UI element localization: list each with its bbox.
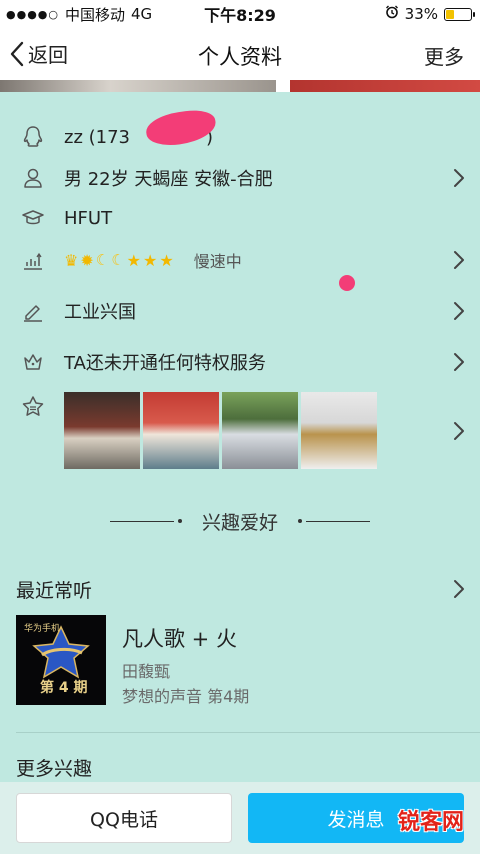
penguin-icon [20, 124, 46, 150]
star-badge-icon [20, 394, 46, 420]
photo-thumbnail[interactable] [64, 392, 140, 469]
notification-dot [339, 275, 355, 291]
divider-dot [178, 519, 182, 523]
photo-thumbnail[interactable] [143, 392, 219, 469]
interests-heading: 兴趣爱好 [201, 512, 278, 534]
page-title: 个人资料 [198, 45, 282, 69]
chevron-left-icon [10, 41, 24, 66]
more-button[interactable]: 更多 [424, 41, 464, 70]
row-basic-info[interactable]: 男 22岁 天蝎座 安徽-合肥 [0, 162, 480, 194]
interests-divider: 兴趣爱好 [0, 508, 480, 534]
battery-fill [446, 9, 454, 19]
star-icon: ★ [143, 250, 158, 270]
song-artist: 田馥甄 [122, 662, 171, 681]
network-label: 4G [131, 5, 153, 23]
chevron-right-icon [454, 169, 464, 187]
chevron-right-icon [454, 580, 464, 598]
song-title: 凡人歌 + 火 [122, 627, 237, 651]
album-name: 梦想的声音 第4期 [122, 687, 250, 706]
row-school: HFUT [0, 202, 480, 234]
battery-percent: 33% [404, 5, 438, 23]
album-episode: 第 4 期 [40, 680, 88, 696]
sun-icon: ✹ [80, 250, 94, 270]
carrier-label: 中国移动 [65, 5, 126, 24]
moon-icon: ☾ [111, 251, 125, 269]
chevron-right-icon [454, 302, 464, 320]
row-qq-name: zz (173 ) [0, 121, 480, 153]
signal-strength-icon: ●●●●○ [6, 7, 59, 21]
recent-listening-title: 最近常听 [16, 579, 93, 602]
section-separator [16, 732, 480, 733]
qq-level-badges: ♛ ✹ ☾ ☾ ★ ★ ★ 慢速中 [64, 248, 242, 272]
privilege-text: TA还未开通任何特权服务 [64, 353, 266, 374]
qq-call-button[interactable]: QQ电话 [16, 793, 232, 843]
row-level[interactable]: ♛ ✹ ☾ ☾ ★ ★ ★ 慢速中 [0, 244, 480, 276]
chevron-right-icon [454, 422, 464, 440]
star-icon: ★ [126, 250, 141, 270]
bottom-action-bar: QQ电话 发消息 锐客网 [0, 782, 480, 854]
star-icon: ★ [159, 250, 174, 270]
pencil-icon [20, 298, 46, 324]
row-privilege[interactable]: TA还未开通任何特权服务 [0, 346, 480, 378]
qq-name: zz (173 [64, 126, 130, 148]
divider-line [110, 521, 174, 522]
cover-photo-left [0, 80, 276, 92]
row-recent-listening[interactable]: 最近常听 [0, 574, 480, 604]
chevron-right-icon [454, 353, 464, 371]
back-label: 返回 [28, 43, 68, 67]
divider-line [306, 521, 370, 522]
photo-thumbnails [64, 392, 377, 469]
school-name: HFUT [64, 207, 113, 229]
photo-thumbnail[interactable] [301, 392, 377, 469]
crown-icon: ♛ [64, 250, 79, 270]
signature-text: 工业兴国 [64, 302, 136, 323]
basic-info: 男 22岁 天蝎座 安徽-合肥 [64, 169, 273, 190]
graduation-cap-icon [20, 205, 46, 231]
alarm-icon [385, 5, 399, 23]
cover-photo-strip[interactable] [0, 80, 480, 92]
level-chart-icon [20, 247, 46, 273]
watermark-text: 锐客网 [397, 810, 464, 835]
photo-thumbnail[interactable] [222, 392, 298, 469]
star-logo-icon [32, 625, 90, 679]
nav-bar: 返回 个人资料 更多 [0, 28, 480, 80]
level-status: 慢速中 [193, 252, 242, 271]
crown-outline-icon [20, 349, 46, 375]
chevron-right-icon [454, 251, 464, 269]
divider-dot [298, 519, 302, 523]
battery-icon [444, 7, 475, 21]
back-button[interactable]: 返回 [10, 39, 68, 68]
moon-icon: ☾ [95, 251, 110, 269]
row-signature[interactable]: 工业兴国 [0, 295, 480, 327]
more-interests-title[interactable]: 更多兴趣 [16, 754, 92, 781]
cover-photo-right [290, 80, 480, 92]
status-bar: ●●●●○ 中国移动 4G 下午8:29 33% [0, 0, 480, 28]
album-cover[interactable]: 华为手机 第 4 期 [16, 615, 106, 705]
person-icon [20, 165, 46, 191]
